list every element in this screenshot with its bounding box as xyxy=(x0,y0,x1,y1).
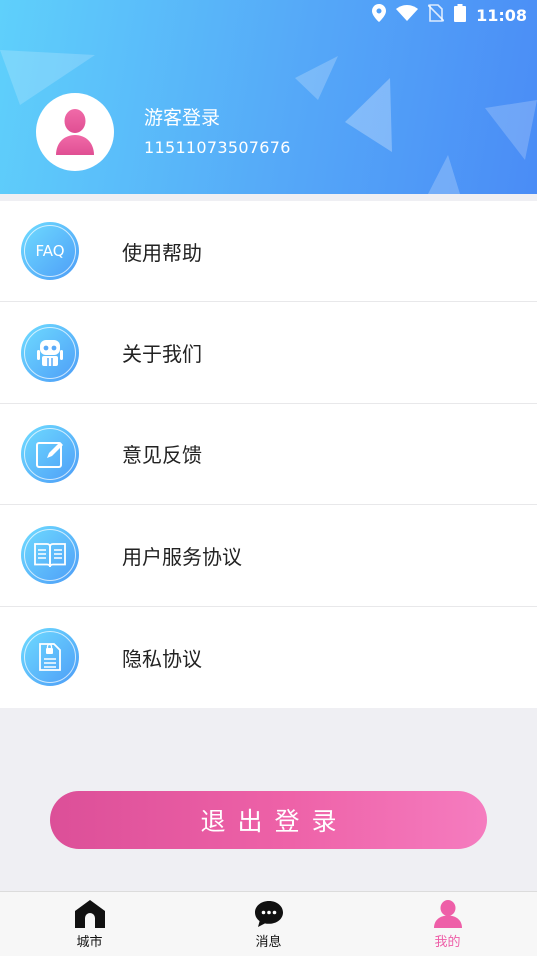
tab-label: 我的 xyxy=(434,935,461,950)
tab-mine[interactable]: 我的 xyxy=(358,892,537,956)
tab-messages[interactable]: 消息 xyxy=(179,892,358,956)
menu-item-privacy[interactable]: 隐私协议 xyxy=(0,607,537,708)
book-icon xyxy=(21,526,79,585)
chat-icon xyxy=(254,901,283,927)
wifi-icon xyxy=(396,5,419,25)
user-icon xyxy=(56,109,94,155)
robot-icon xyxy=(21,323,79,382)
logout-button[interactable]: 退出登录 xyxy=(50,791,487,849)
tab-city[interactable]: 城市 xyxy=(0,892,179,956)
menu-item-about[interactable]: 关于我们 xyxy=(0,302,537,404)
menu-label: 隐私协议 xyxy=(122,646,202,671)
menu-item-help[interactable]: FAQ 使用帮助 xyxy=(0,201,537,303)
divider xyxy=(0,194,537,201)
edit-icon xyxy=(21,424,79,483)
profile-icon xyxy=(433,900,462,928)
svg-text:FAQ: FAQ xyxy=(35,242,64,260)
menu-item-feedback[interactable]: 意见反馈 xyxy=(0,404,537,506)
menu-label: 关于我们 xyxy=(122,342,202,367)
avatar[interactable] xyxy=(36,93,114,171)
user-name[interactable]: 游客登录 xyxy=(144,103,220,130)
menu-label: 使用帮助 xyxy=(122,240,202,265)
tab-label: 城市 xyxy=(76,935,103,950)
battery-icon xyxy=(454,4,467,26)
location-icon xyxy=(372,4,387,26)
document-lock-icon xyxy=(21,628,79,687)
status-time: 11:08 xyxy=(476,5,527,25)
settings-menu: FAQ 使用帮助 关于我们 意见反馈 用户服务协议 隐私协议 xyxy=(0,201,537,708)
profile-header: 11:08 游客登录 11511073507676 xyxy=(0,0,537,194)
tab-label: 消息 xyxy=(255,935,282,950)
home-icon xyxy=(74,900,105,928)
menu-label: 用户服务协议 xyxy=(122,544,242,569)
menu-item-user-agreement[interactable]: 用户服务协议 xyxy=(0,505,537,607)
faq-icon: FAQ xyxy=(21,222,79,281)
menu-label: 意见反馈 xyxy=(122,443,202,468)
tab-bar: 城市 消息 我的 xyxy=(0,891,537,956)
status-bar: 11:08 xyxy=(0,0,537,30)
user-id: 11511073507676 xyxy=(144,138,291,157)
no-sim-icon xyxy=(427,4,445,26)
